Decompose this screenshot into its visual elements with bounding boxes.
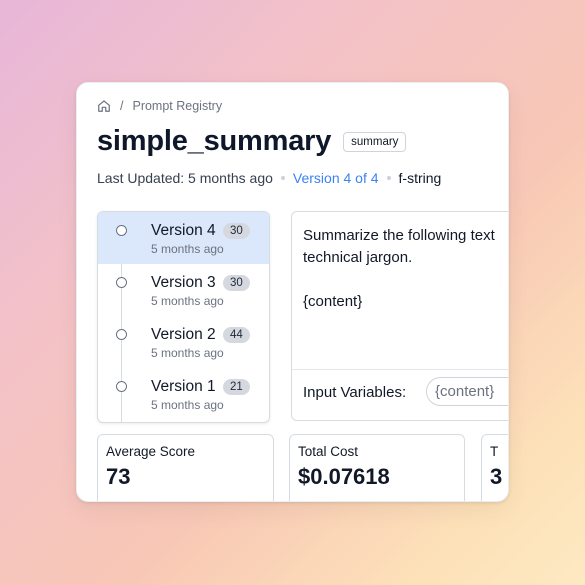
breadcrumb-current[interactable]: Prompt Registry <box>132 99 222 113</box>
version-label: Version 1 <box>151 378 216 395</box>
breadcrumb-separator: / <box>120 99 124 113</box>
prompt-detail-card: / Prompt Registry simple_summary summary… <box>76 82 509 502</box>
version-item-4[interactable]: Version 4 30 5 months ago <box>98 212 269 264</box>
stat-value: $0.07618 <box>298 464 390 489</box>
stat-card-partial: T 3 <box>481 434 508 501</box>
version-label: Version 4 <box>151 222 216 239</box>
version-item-1[interactable]: Version 1 21 5 months ago <box>98 368 269 420</box>
last-updated: Last Updated: 5 months ago <box>97 170 273 186</box>
version-item-3[interactable]: Version 3 30 5 months ago <box>98 264 269 316</box>
input-variable-chip[interactable]: {content} <box>426 377 508 406</box>
stat-value: 73 <box>106 464 131 489</box>
timeline-bullet-icon <box>116 381 127 392</box>
timeline-bullet-icon <box>116 329 127 340</box>
version-count-badge: 21 <box>223 379 250 395</box>
title-row: simple_summary summary <box>97 125 407 158</box>
version-label: Version 2 <box>151 326 216 343</box>
version-timestamp: 5 months ago <box>151 346 224 360</box>
home-icon[interactable] <box>97 99 111 113</box>
timeline-bullet-icon <box>116 277 127 288</box>
page-title: simple_summary <box>97 125 332 157</box>
stat-label: T <box>490 444 499 459</box>
meta-separator-dot <box>280 176 285 180</box>
stat-card-average-score: Average Score 73 <box>97 434 274 501</box>
version-count-badge: 44 <box>223 327 250 343</box>
prompt-template-panel: Summarize the following text technical j… <box>291 211 508 421</box>
version-list: Version 4 30 5 months ago Version 3 30 5… <box>97 211 270 423</box>
breadcrumb: / Prompt Registry <box>97 99 222 113</box>
meta-separator-dot <box>386 176 391 180</box>
version-count-badge: 30 <box>223 275 250 291</box>
version-timestamp: 5 months ago <box>151 398 224 412</box>
timeline-bullet-icon <box>116 225 127 236</box>
stat-value: 3 <box>490 464 503 489</box>
stat-card-total-cost: Total Cost $0.07618 <box>289 434 465 501</box>
version-label: Version 3 <box>151 274 216 291</box>
version-timestamp: 5 months ago <box>151 242 224 256</box>
prompt-tag[interactable]: summary <box>343 131 407 152</box>
version-timestamp: 5 months ago <box>151 294 224 308</box>
version-item-2[interactable]: Version 2 44 5 months ago <box>98 316 269 368</box>
panel-divider <box>292 369 508 370</box>
prompt-meta: Last Updated: 5 months ago Version 4 of … <box>97 170 441 186</box>
stat-label: Average Score <box>106 444 196 459</box>
version-count-badge: 30 <box>223 223 250 239</box>
stat-label: Total Cost <box>298 444 359 459</box>
version-indicator-link[interactable]: Version 4 of 4 <box>293 170 379 186</box>
template-format: f-string <box>398 170 442 186</box>
prompt-template-text[interactable]: Summarize the following text technical j… <box>303 225 495 313</box>
input-variables-label: Input Variables: <box>303 384 407 401</box>
